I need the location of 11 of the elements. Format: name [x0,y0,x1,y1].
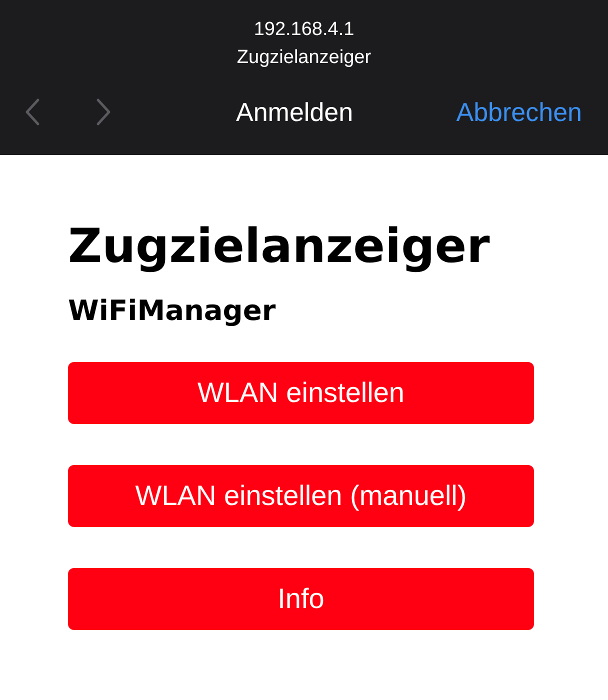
page-heading: Zugzielanzeiger [68,218,490,276]
menu-button[interactable]: WLAN einstellen [68,362,534,424]
menu-button[interactable]: Info [68,568,534,630]
page-subheading: WiFiManager [68,293,276,329]
cancel-link[interactable]: Abbrechen [456,92,582,132]
menu-button[interactable]: WLAN einstellen (manuell) [68,465,534,527]
sheet-title: Anmelden [236,96,354,128]
chevron-right-icon [95,98,112,126]
chevron-left-icon [24,98,41,126]
page-title: Zugzielanzeiger [236,46,372,70]
address-text: 192.168.4.1 [254,18,354,42]
